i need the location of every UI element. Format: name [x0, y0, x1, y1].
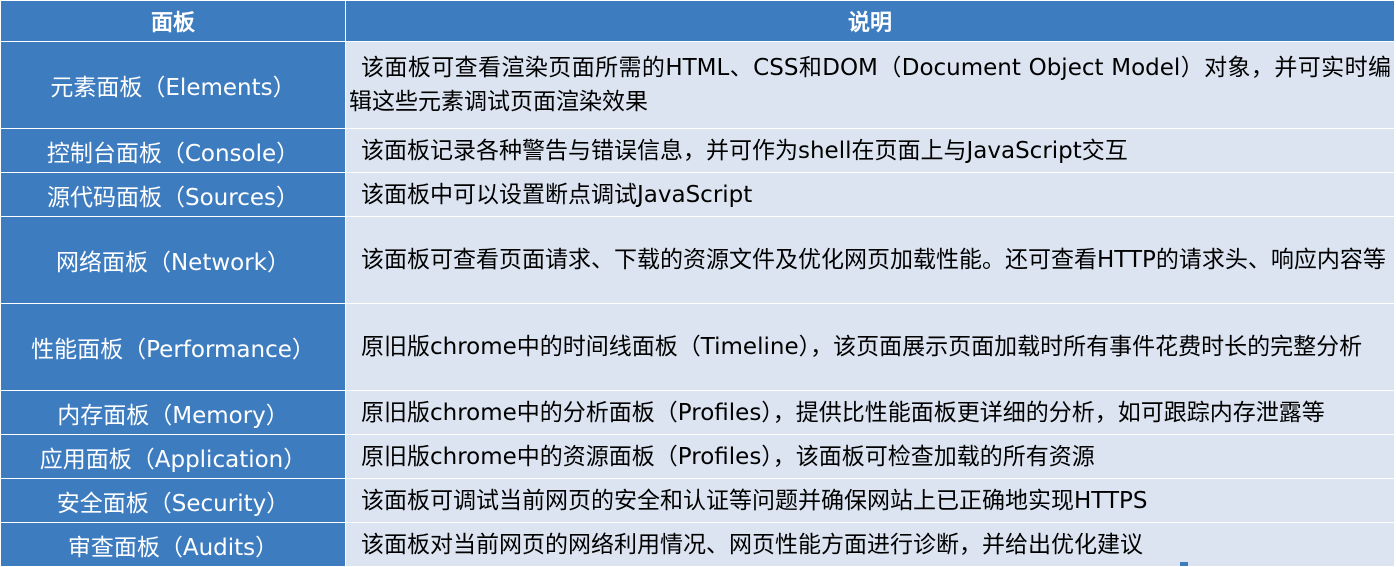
panel-description: 该面板可查看页面请求、下载的资源文件及优化网页加载性能。还可查看HTTP的请求头…	[345, 216, 1395, 304]
table-row: 内存面板（Memory） 原旧版chrome中的分析面板（Profiles），提…	[0, 390, 1395, 435]
table-row: 控制台面板（Console） 该面板记录各种警告与错误信息，并可作为shell在…	[0, 128, 1395, 173]
panel-name: 控制台面板（Console）	[0, 128, 346, 173]
table-row: 网络面板（Network） 该面板可查看页面请求、下载的资源文件及优化网页加载性…	[0, 216, 1395, 304]
panel-description: 该面板对当前网页的网络利用情况、网页性能方面进行诊断，并给出优化建议	[345, 522, 1395, 567]
panel-description: 该面板可查看渲染页面所需的HTML、CSS和DOM（Document Objec…	[345, 41, 1395, 129]
table-row: 应用面板（Application） 原旧版chrome中的资源面板（Profil…	[0, 434, 1395, 479]
panel-name: 安全面板（Security）	[0, 478, 346, 523]
panel-name: 性能面板（Performance）	[0, 303, 346, 391]
header-row: 面板 说明	[0, 0, 1395, 42]
devtools-panels-table: 面板 说明 元素面板（Elements） 该面板可查看渲染页面所需的HTML、C…	[0, 0, 1395, 567]
panel-description: 原旧版chrome中的分析面板（Profiles），提供比性能面板更详细的分析，…	[345, 390, 1395, 435]
table-row: 性能面板（Performance） 原旧版chrome中的时间线面板（Timel…	[0, 303, 1395, 391]
decorative-mark	[1180, 562, 1188, 566]
table-row: 安全面板（Security） 该面板可调试当前网页的安全和认证等问题并确保网站上…	[0, 478, 1395, 523]
table-row: 元素面板（Elements） 该面板可查看渲染页面所需的HTML、CSS和DOM…	[0, 41, 1395, 129]
panel-name: 网络面板（Network）	[0, 216, 346, 304]
panel-name: 应用面板（Application）	[0, 434, 346, 479]
panel-description: 该面板中可以设置断点调试JavaScript	[345, 172, 1395, 217]
panel-description: 该面板可调试当前网页的安全和认证等问题并确保网站上已正确地实现HTTPS	[345, 478, 1395, 523]
panel-name: 内存面板（Memory）	[0, 390, 346, 435]
panel-description: 原旧版chrome中的资源面板（Profiles），该面板可检查加载的所有资源	[345, 434, 1395, 479]
panel-name: 源代码面板（Sources）	[0, 172, 346, 217]
table-row: 审查面板（Audits） 该面板对当前网页的网络利用情况、网页性能方面进行诊断，…	[0, 522, 1395, 567]
table-row: 源代码面板（Sources） 该面板中可以设置断点调试JavaScript	[0, 172, 1395, 217]
panel-description: 原旧版chrome中的时间线面板（Timeline），该页面展示页面加载时所有事…	[345, 303, 1395, 391]
panel-description: 该面板记录各种警告与错误信息，并可作为shell在页面上与JavaScript交…	[345, 128, 1395, 173]
header-description: 说明	[345, 0, 1395, 42]
panel-name: 审查面板（Audits）	[0, 522, 346, 567]
header-panel: 面板	[0, 0, 346, 42]
panel-name: 元素面板（Elements）	[0, 41, 346, 129]
